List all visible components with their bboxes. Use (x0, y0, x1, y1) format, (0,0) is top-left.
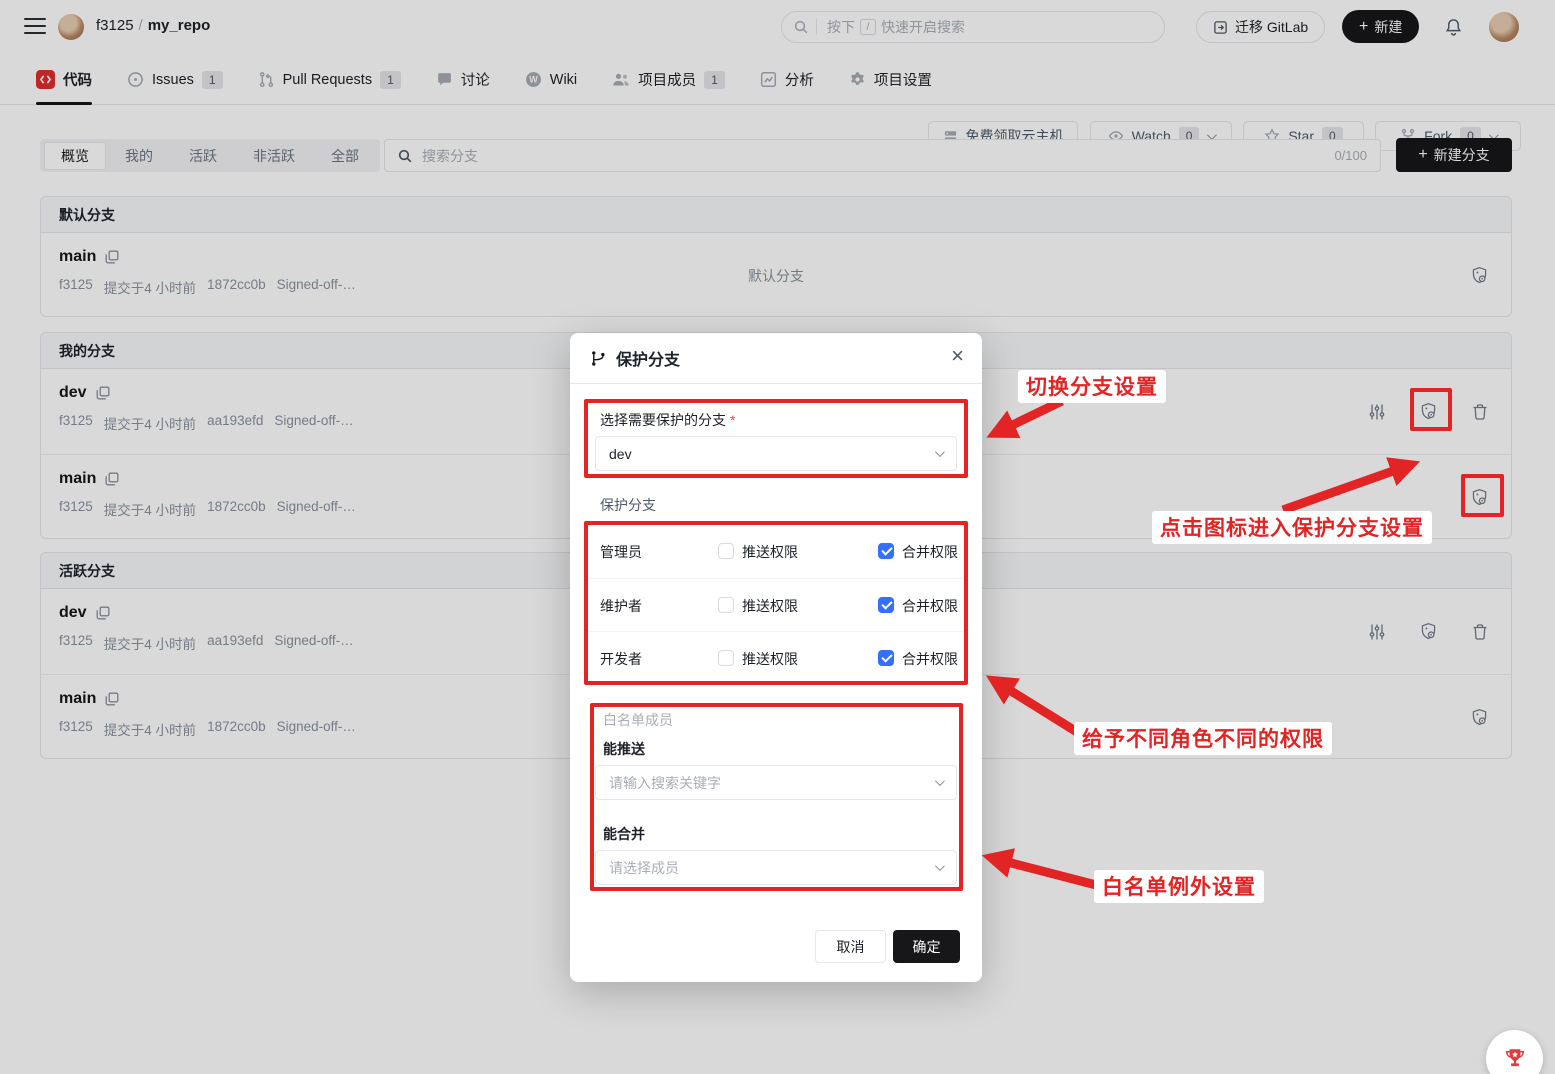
merge-permission-checkbox[interactable] (878, 543, 894, 559)
push-permission-label: 推送权限 (742, 542, 798, 562)
role-name: 管理员 (600, 542, 642, 562)
role-name: 开发者 (600, 649, 642, 669)
can-merge-select[interactable]: 请选择成员 (595, 850, 957, 885)
confirm-button[interactable]: 确定 (893, 930, 960, 963)
protect-section-label: 保护分支 (600, 495, 656, 515)
push-permission-checkbox[interactable] (718, 650, 734, 666)
can-push-label: 能推送 (603, 739, 645, 759)
merge-permission-label: 合并权限 (902, 649, 958, 669)
merge-permission-checkbox[interactable] (878, 597, 894, 613)
role-name: 维护者 (600, 596, 642, 616)
role-permission-list: 管理员 推送权限 合并权限 维护者 推送权限 合并权限 开发者 推送权限 合并权… (588, 525, 964, 684)
chevron-down-icon (935, 861, 945, 871)
can-push-placeholder: 请输入搜索关键字 (609, 773, 721, 793)
chevron-down-icon (935, 447, 945, 457)
annotation-box-shield-main-row (1461, 474, 1504, 517)
can-push-select[interactable]: 请输入搜索关键字 (595, 765, 957, 800)
role-row: 开发者 推送权限 合并权限 (588, 631, 964, 684)
branch-select-value: dev (609, 446, 632, 462)
merge-permission-checkbox[interactable] (878, 650, 894, 666)
branch-select-label: 选择需要保护的分支* (600, 410, 735, 430)
merge-permission-label: 合并权限 (902, 596, 958, 616)
branch-select[interactable]: dev (595, 436, 957, 471)
push-permission-checkbox[interactable] (718, 597, 734, 613)
push-permission-checkbox[interactable] (718, 543, 734, 559)
push-permission-label: 推送权限 (742, 596, 798, 616)
role-row: 管理员 推送权限 合并权限 (588, 525, 964, 578)
required-mark: * (730, 412, 735, 428)
role-row: 维护者 推送权限 合并权限 (588, 578, 964, 631)
annotation-box-shield-dev-row (1410, 388, 1452, 431)
chevron-down-icon (935, 776, 945, 786)
trophy-icon (1502, 1046, 1528, 1072)
whitelist-label: 白名单成员 (603, 710, 673, 730)
git-branch-icon (590, 350, 607, 367)
close-icon[interactable]: × (951, 345, 964, 367)
protect-branch-modal: 保护分支 × 选择需要保护的分支* dev 保护分支 管理员 推送权限 合并权限… (570, 333, 982, 982)
push-permission-label: 推送权限 (742, 649, 798, 669)
branches-page: f3125/my_repo 按下 / 快速开启搜索 迁移 GitLab + 新建 (0, 0, 1555, 1074)
can-merge-label: 能合并 (603, 824, 645, 844)
can-merge-placeholder: 请选择成员 (609, 858, 679, 878)
cancel-button[interactable]: 取消 (815, 930, 886, 963)
merge-permission-label: 合并权限 (902, 542, 958, 562)
modal-title: 保护分支 (616, 346, 680, 370)
